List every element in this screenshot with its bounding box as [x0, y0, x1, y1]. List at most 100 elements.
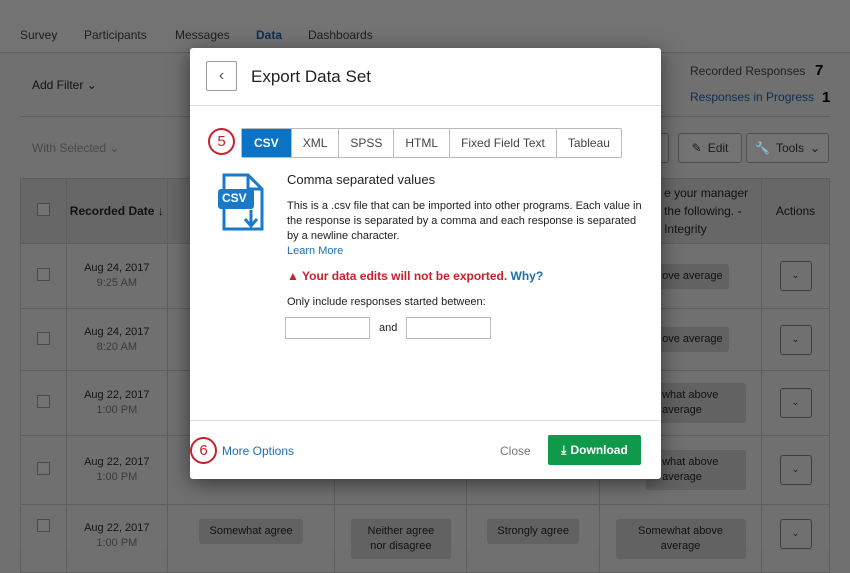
back-button[interactable]: ‹	[206, 61, 237, 91]
date-cell: Aug 22, 2017 1:00 PM	[65, 504, 168, 573]
chevron-down-icon: ⌄	[809, 141, 821, 155]
row-actions-dropdown[interactable]: ⌄	[779, 519, 812, 549]
actions-header: Actions	[761, 178, 830, 244]
csv-file-icon: CSV	[218, 172, 268, 232]
row-checkbox[interactable]	[36, 395, 50, 408]
recorded-date-label: Recorded Date	[69, 204, 155, 218]
row-checkbox[interactable]	[36, 519, 50, 532]
export-data-modal: ‹ Export Data Set 5 CSV XML SPSS HTML Fi…	[190, 48, 661, 479]
with-selected-dropdown[interactable]: With Selected ⌄	[32, 141, 119, 155]
chevron-down-icon: ⌄	[86, 78, 97, 92]
date-cell: Aug 24, 2017 8:20 AM	[65, 308, 168, 371]
actions-cell: ⌄	[761, 435, 830, 505]
row-select-cell	[20, 243, 67, 309]
select-all-cell	[20, 178, 67, 244]
row-select-cell	[20, 435, 67, 505]
table-row: Aug 22, 2017 1:00 PM Somewhat agree Neith…	[20, 504, 830, 573]
format-tab-fixed-field-text[interactable]: Fixed Field Text	[449, 129, 556, 157]
responses-in-progress-count: 1	[822, 89, 831, 106]
row-select-cell	[20, 504, 67, 573]
date-value: Aug 24, 2017	[84, 262, 150, 274]
recorded-responses-count: 7	[815, 62, 824, 79]
answer-chip: Strongly agree	[487, 519, 579, 544]
end-date-input[interactable]	[406, 317, 491, 339]
date-value: Aug 22, 2017	[84, 389, 150, 401]
step-5-badge: 5	[208, 128, 235, 155]
format-title: Comma separated values	[287, 172, 436, 187]
tools-button[interactable]: 🔧 Tools ⌄	[746, 133, 829, 163]
csv-icon-label: CSV	[222, 191, 247, 205]
project-nav: Survey Participants Messages Data Dashbo…	[0, 0, 850, 53]
warning-icon: ▲	[287, 269, 299, 283]
row-actions-dropdown[interactable]: ⌄	[779, 388, 812, 418]
tab-participants[interactable]: Participants	[84, 28, 147, 42]
date-cell: Aug 22, 2017 1:00 PM	[65, 435, 168, 505]
actions-cell: ⌄	[761, 504, 830, 573]
recorded-responses-label: Recorded Responses	[690, 64, 806, 78]
date-value: Aug 24, 2017	[84, 325, 150, 338]
format-description: This is a .csv file that can be imported…	[287, 200, 642, 242]
row-checkbox[interactable]	[36, 462, 50, 475]
warning-text: Your data edits will not be exported.	[302, 269, 508, 283]
recorded-date-header[interactable]: Recorded Date ↓	[65, 178, 168, 244]
time-value: 1:00 PM	[96, 404, 138, 416]
and-label: and	[379, 322, 398, 334]
row-actions-dropdown[interactable]: ⌄	[779, 324, 812, 355]
time-value: 8:20 AM	[96, 340, 137, 353]
tab-messages[interactable]: Messages	[175, 28, 230, 42]
format-tab-xml[interactable]: XML	[290, 129, 339, 157]
answer-chip: Neither agree nor disagree	[350, 519, 451, 559]
tools-label: Tools	[775, 141, 804, 155]
wrench-icon: 🔧	[754, 141, 770, 155]
format-tab-spss[interactable]: SPSS	[338, 129, 393, 157]
answer-chip: Somewhat above average	[615, 519, 746, 559]
date-value: Aug 22, 2017	[84, 456, 150, 468]
answer-chip: what above average	[646, 450, 747, 490]
row-checkbox[interactable]	[36, 268, 50, 281]
select-all-checkbox[interactable]	[36, 203, 50, 216]
actions-cell: ⌄	[761, 370, 830, 436]
tab-dashboards[interactable]: Dashboards	[308, 28, 373, 42]
step-6-badge: 6	[190, 437, 217, 464]
format-tabs: CSV XML SPSS HTML Fixed Field Text Table…	[241, 128, 622, 158]
responses-in-progress-link[interactable]: Responses in Progress	[690, 90, 814, 104]
export-warning: ▲ Your data edits will not be exported. …	[287, 269, 543, 284]
chevron-left-icon: ‹	[218, 67, 225, 84]
format-tab-tableau[interactable]: Tableau	[555, 129, 621, 157]
with-selected-label: With Selected	[32, 141, 107, 155]
cell: Somewhat agree	[166, 504, 336, 573]
close-button[interactable]: Close	[500, 444, 531, 458]
modal-title: Export Data Set	[251, 67, 372, 86]
format-tab-html[interactable]: HTML	[393, 129, 449, 157]
actions-cell: ⌄	[761, 308, 830, 371]
date-range-label: Only include responses started between:	[287, 296, 486, 308]
modal-footer-divider	[190, 420, 661, 421]
download-label: Download	[570, 443, 628, 457]
row-select-cell	[20, 308, 67, 371]
cell: Somewhat above average	[599, 504, 763, 573]
row-actions-dropdown[interactable]: ⌄	[779, 261, 812, 291]
tab-data[interactable]: Data	[256, 28, 282, 42]
format-tab-csv[interactable]: CSV	[242, 129, 291, 157]
date-value: Aug 22, 2017	[84, 522, 150, 534]
download-button[interactable]: ⤓ Download	[548, 435, 641, 465]
actions-cell: ⌄	[761, 243, 830, 309]
add-filter-button[interactable]: Add Filter ⌄	[32, 78, 97, 92]
time-value: 9:25 AM	[96, 277, 137, 289]
tab-survey[interactable]: Survey	[20, 28, 57, 42]
edit-button[interactable]: ✎ Edit	[678, 133, 742, 163]
download-icon: ⤓	[561, 442, 567, 457]
learn-more-link[interactable]: Learn More	[287, 244, 343, 259]
edit-label: Edit	[707, 141, 729, 155]
row-actions-dropdown[interactable]: ⌄	[779, 455, 812, 485]
answer-chip: what above average	[646, 383, 747, 423]
start-date-input[interactable]	[285, 317, 370, 339]
answer-chip: Somewhat agree	[199, 519, 303, 544]
row-checkbox[interactable]	[36, 331, 50, 345]
why-link[interactable]: Why?	[511, 269, 544, 283]
modal-header: ‹ Export Data Set	[190, 48, 661, 106]
time-value: 1:00 PM	[96, 471, 138, 483]
add-filter-label: Add Filter	[32, 78, 84, 92]
more-options-link[interactable]: More Options	[222, 444, 294, 458]
sort-icon[interactable]: ↓	[158, 204, 164, 218]
